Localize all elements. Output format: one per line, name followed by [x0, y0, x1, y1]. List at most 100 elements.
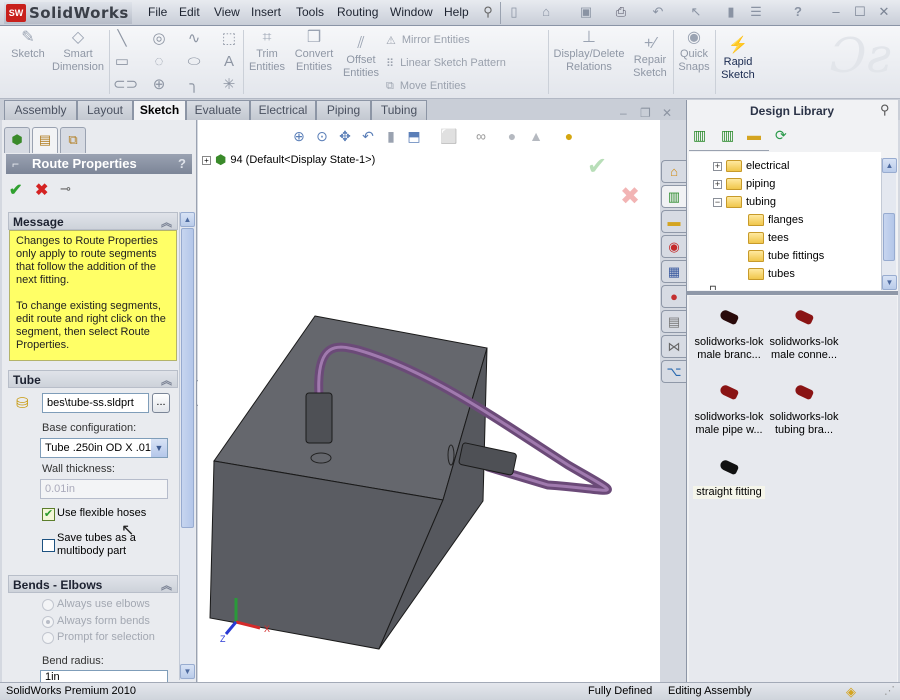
menu-insert[interactable]: Insert [251, 5, 281, 19]
select-icon[interactable]: ↖ [688, 4, 704, 21]
expand-icon[interactable]: + [713, 161, 722, 171]
prompt-for-selection-radio[interactable] [42, 632, 54, 644]
toolbox-icon[interactable]: ⊓ [709, 284, 717, 290]
spline-icon[interactable]: ∿ [185, 30, 203, 48]
new-document-icon[interactable]: ▯ [506, 4, 522, 21]
pan-icon[interactable]: ✥ [336, 127, 354, 145]
circle-icon[interactable]: ◎ [150, 30, 168, 48]
collapse-icon[interactable]: − [713, 197, 722, 207]
rapid-sketch-button[interactable]: ⚡ Rapid Sketch [718, 36, 758, 82]
design-library-tab[interactable]: ▥ [661, 185, 686, 208]
convert-entities-button[interactable]: ❒ Convert Entities [291, 28, 337, 74]
scroll-thumb[interactable] [883, 213, 895, 261]
property-manager-scrollbar[interactable]: ▲ ▼ [179, 212, 195, 680]
appearances-tab[interactable]: ● [661, 285, 686, 308]
view-orientation-icon[interactable]: ⬒ [405, 127, 423, 145]
feature-manager-tab[interactable]: ⬢ [4, 127, 30, 153]
tab-layout[interactable]: Layout [77, 100, 133, 120]
save-multibody-checkbox[interactable] [42, 539, 55, 552]
tree-item-flanges[interactable]: flanges [748, 214, 803, 226]
scroll-thumb[interactable] [181, 228, 194, 528]
display-style-icon[interactable]: ⬜ [440, 127, 458, 145]
scroll-up-button[interactable]: ▲ [882, 158, 897, 173]
use-flexible-hoses-checkbox[interactable]: ✔ [42, 508, 55, 521]
quick-snaps-button[interactable]: ◉ Quick Snaps [676, 28, 712, 74]
slot-icon[interactable]: ⊂⊃ [113, 76, 138, 94]
create-new-folder-icon[interactable]: ▬ [747, 127, 761, 143]
always-use-elbows-radio[interactable] [42, 599, 54, 611]
add-to-library-icon[interactable]: ▥ [693, 127, 706, 144]
tag-icon[interactable]: ◈ [846, 683, 856, 700]
linear-pattern-button[interactable]: ⠿ Linear Sketch Pattern [386, 57, 506, 70]
add-file-location-icon[interactable]: ▥ [721, 127, 734, 144]
open-icon[interactable]: ⌂ [538, 4, 554, 21]
ellipse-icon[interactable]: ⬭ [185, 53, 203, 71]
display-delete-relations-button[interactable]: ⊥ Display/Delete Relations [553, 28, 625, 74]
tree-item-tubes[interactable]: tubes [748, 268, 795, 280]
library-item[interactable]: solidworks-lok male conne... [768, 302, 840, 362]
viewport-restore-button[interactable]: ❐ [640, 106, 651, 120]
base-configuration-select[interactable]: Tube .250in OD X .010 ▼ [40, 438, 168, 458]
feature-tree-root[interactable]: + ⬢ 94 (Default<Display State-1>) [202, 152, 375, 168]
bends-group-header[interactable]: Bends - Elbows ︽ [8, 575, 178, 593]
help-button[interactable]: ? [178, 154, 186, 174]
maximize-button[interactable]: ☐ [852, 4, 868, 21]
tab-evaluate[interactable]: Evaluate [186, 100, 250, 120]
ok-check-icon[interactable]: ✔ [9, 180, 22, 200]
hide-show-items-icon[interactable]: ∞ [472, 127, 490, 145]
library-item[interactable]: straight fitting [693, 452, 765, 499]
point-star-icon[interactable]: ✳ [220, 76, 238, 94]
help-icon[interactable]: ? [790, 4, 806, 21]
scroll-down-button[interactable]: ▼ [882, 275, 897, 290]
routing-library-tab[interactable]: ⋈ [661, 335, 686, 358]
collapse-chevron-icon[interactable]: ︽ [161, 577, 172, 595]
confirm-cancel-icon[interactable]: ✖ [620, 182, 640, 211]
library-item[interactable]: solidworks-lok tubing bra... [768, 377, 840, 437]
expand-icon[interactable]: + [713, 179, 722, 189]
bend-radius-field[interactable]: 1in [40, 670, 168, 682]
tree-item-tees[interactable]: tees [748, 232, 789, 244]
rebuild-icon[interactable]: ▮ [723, 4, 739, 21]
scroll-down-button[interactable]: ▼ [180, 664, 195, 679]
trim-entities-button[interactable]: ⌗ Trim Entities [246, 28, 288, 74]
message-group-header[interactable]: Message ︽ [8, 212, 178, 230]
collapse-chevron-icon[interactable]: ︽ [161, 372, 172, 390]
custom-properties-tab[interactable]: ▤ [661, 310, 686, 333]
tree-item-electrical[interactable]: + electrical [713, 160, 789, 172]
cancel-x-icon[interactable]: ✖ [35, 180, 48, 200]
print-icon[interactable]: ⎙ [613, 4, 629, 21]
previous-view-icon[interactable]: ↶ [359, 127, 377, 145]
confirm-check-icon[interactable]: ✔ [587, 152, 607, 181]
offset-entities-button[interactable]: ⫽ Offset Entities [340, 34, 382, 80]
section-view-icon[interactable]: ▮ [382, 127, 400, 145]
point-icon[interactable]: ⊕ [150, 76, 168, 94]
undo-icon[interactable]: ↶ [650, 4, 666, 21]
file-explorer-tab[interactable]: ▬ [661, 210, 686, 233]
menu-file[interactable]: File [148, 5, 167, 19]
rectangle-icon[interactable]: ▭ [113, 53, 131, 71]
tab-sketch[interactable]: Sketch [133, 100, 186, 121]
menu-routing[interactable]: Routing [337, 5, 378, 19]
smart-dimension-button[interactable]: ◇ Smart Dimension [52, 28, 104, 74]
pushpin-icon[interactable]: ⊸ [60, 181, 71, 197]
tree-item-tube-fittings[interactable]: tube fittings [748, 250, 824, 262]
text-icon[interactable]: A [220, 53, 238, 71]
configuration-manager-tab[interactable]: ⧉ [60, 127, 86, 153]
pin-icon[interactable]: ⚲ [880, 102, 890, 118]
menu-help[interactable]: Help [444, 5, 469, 19]
view-palette-tab[interactable]: ▦ [661, 260, 686, 283]
always-form-bends-radio[interactable] [42, 616, 54, 628]
options-icon[interactable]: ☰ [748, 4, 764, 21]
tube-group-header[interactable]: Tube ︽ [8, 370, 178, 388]
app-logo[interactable]: SW SolidWorks [4, 2, 132, 24]
resources-tab[interactable]: ⌂ [661, 160, 686, 183]
scroll-up-button[interactable]: ▲ [180, 212, 195, 227]
browse-button[interactable]: ... [152, 393, 170, 413]
repair-sketch-button[interactable]: +⁄ Repair Sketch [630, 34, 670, 80]
edit-appearance-icon[interactable]: ● [503, 127, 521, 145]
close-button[interactable]: ✕ [876, 4, 892, 21]
expand-icon[interactable]: + [202, 155, 211, 165]
tube-file-field[interactable]: bes\tube-ss.sldprt [42, 393, 149, 413]
search-tab[interactable]: ◉ [661, 235, 686, 258]
menu-window[interactable]: Window [390, 5, 433, 19]
